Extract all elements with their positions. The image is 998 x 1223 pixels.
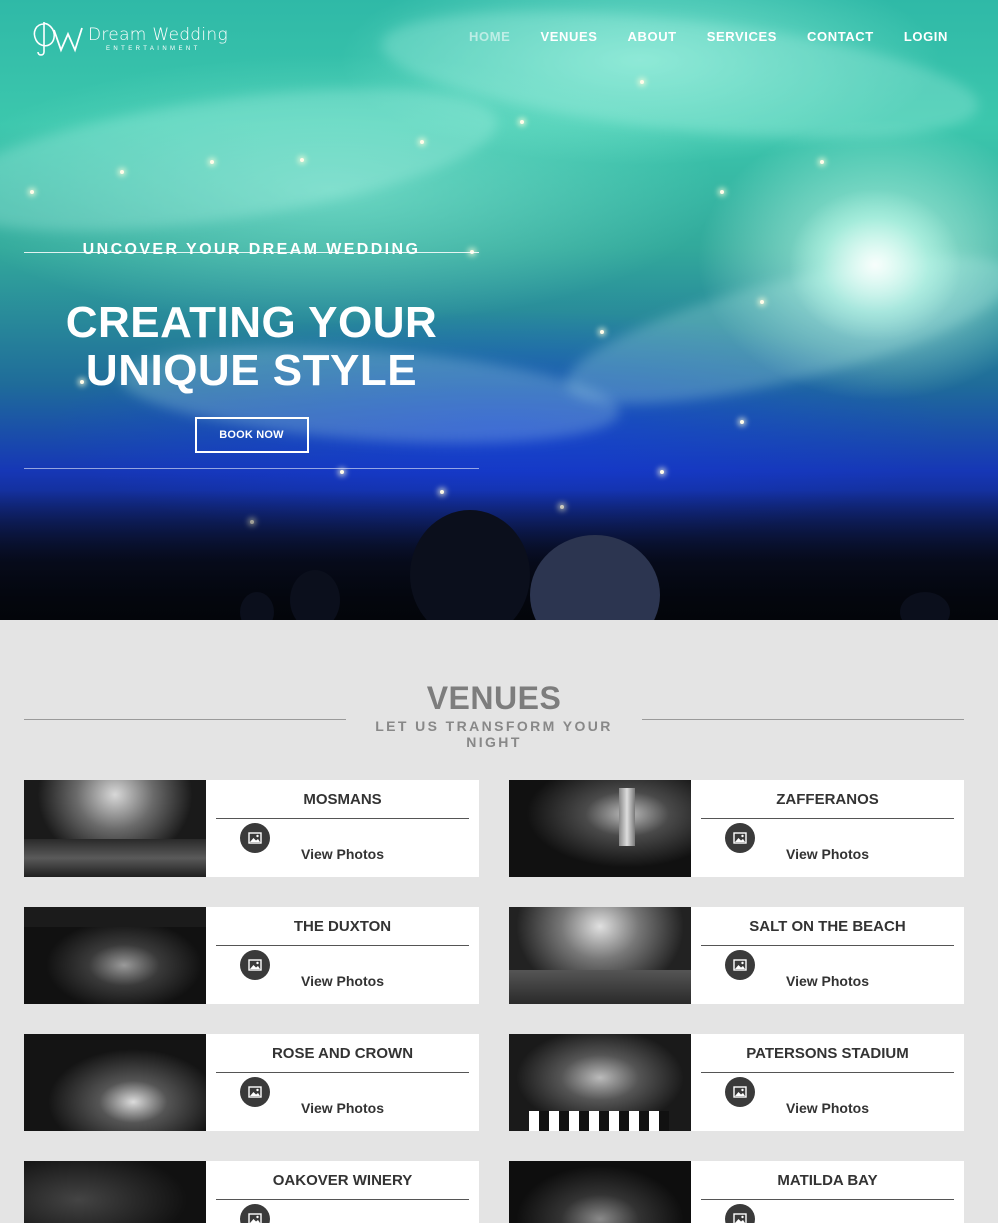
venue-thumbnail[interactable] [24,780,206,877]
book-now-button[interactable]: BOOK NOW [194,417,309,453]
venues-title: VENUES [426,680,562,716]
hero-text-block: UNCOVER YOUR DREAM WEDDING CREATING YOUR… [24,232,479,469]
venues-divider-left [24,719,346,720]
nav-services[interactable]: SERVICES [707,29,777,44]
view-photos-link[interactable]: View Photos [206,1100,479,1116]
hero-title-line2: UNIQUE STYLE [85,346,418,395]
view-photos-link[interactable]: View Photos [691,1100,964,1116]
venue-name: ZAFFERANOS [701,791,954,819]
brand-logo[interactable]: Dream Wedding ENTERTAINMENT [30,18,228,58]
nav-venues[interactable]: VENUES [540,29,597,44]
venue-name: SALT ON THE BEACH [701,918,954,946]
venue-card[interactable]: OAKOVER WINERY View Photos [24,1161,479,1223]
venue-thumbnail[interactable] [24,1161,206,1223]
venue-thumbnail[interactable] [24,1034,206,1131]
logo-mark-icon [33,22,83,56]
venue-card[interactable]: ROSE AND CROWN View Photos [24,1034,479,1131]
venue-name: PATERSONS STADIUM [701,1045,954,1073]
venue-name: ROSE AND CROWN [216,1045,469,1073]
hero-title-line1: CREATING YOUR [65,298,438,347]
venue-thumbnail[interactable] [509,907,691,1004]
photo-icon[interactable] [725,1204,755,1223]
brand-name: Dream Wedding [88,24,228,45]
nav-contact[interactable]: CONTACT [807,29,874,44]
brand-tagline: ENTERTAINMENT [106,45,201,52]
hero-divider-bottom [24,468,479,469]
venue-card[interactable]: THE DUXTON View Photos [24,907,479,1004]
venue-name: OAKOVER WINERY [216,1172,469,1200]
photo-icon[interactable] [240,1204,270,1223]
hero-title: CREATING YOUR UNIQUE STYLE [24,299,479,395]
venues-subtitle: LET US TRANSFORM YOUR NIGHT [375,718,613,750]
view-photos-link[interactable]: View Photos [691,846,964,862]
venue-card[interactable]: PATERSONS STADIUM View Photos [509,1034,964,1131]
venue-name: MOSMANS [216,791,469,819]
view-photos-link[interactable]: View Photos [691,973,964,989]
hero-banner: Dream Wedding ENTERTAINMENT HOME VENUES … [0,0,998,620]
main-nav: HOME VENUES ABOUT SERVICES CONTACT LOGIN [439,29,948,44]
venue-thumbnail[interactable] [509,780,691,877]
nav-home[interactable]: HOME [469,29,510,44]
venues-divider-right [642,719,964,720]
venue-card[interactable]: MOSMANS View Photos [24,780,479,877]
venue-card[interactable]: SALT ON THE BEACH View Photos [509,907,964,1004]
venue-thumbnail[interactable] [24,907,206,1004]
venue-card[interactable]: ZAFFERANOS View Photos [509,780,964,877]
venue-thumbnail[interactable] [509,1161,691,1223]
nav-about[interactable]: ABOUT [628,29,677,44]
venue-name: MATILDA BAY [701,1172,954,1200]
view-photos-link[interactable]: View Photos [206,846,479,862]
venue-name: THE DUXTON [216,918,469,946]
chandelier-image [790,190,960,340]
venue-thumbnail[interactable] [509,1034,691,1131]
nav-login[interactable]: LOGIN [904,29,948,44]
hero-eyebrow: UNCOVER YOUR DREAM WEDDING [82,241,421,258]
venues-heading: VENUES LET US TRANSFORM YOUR NIGHT [24,680,964,750]
venue-card[interactable]: MATILDA BAY View Photos [509,1161,964,1223]
view-photos-link[interactable]: View Photos [206,973,479,989]
